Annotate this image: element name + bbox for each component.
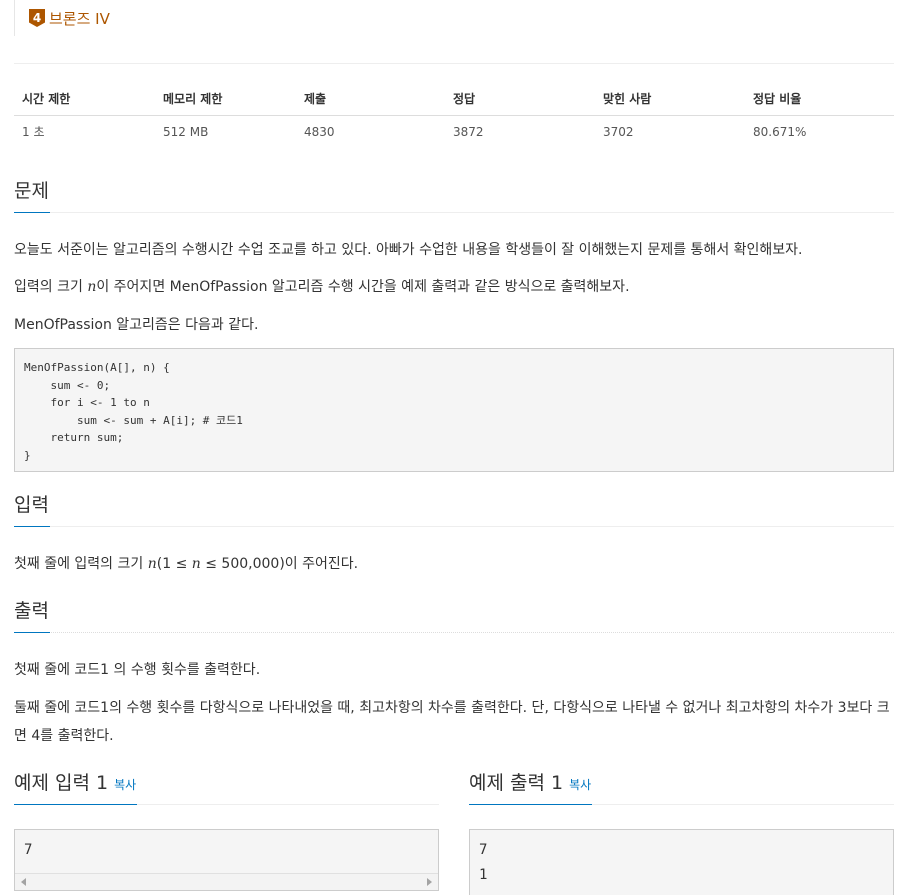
copy-input-button[interactable]: 복사 <box>114 778 136 792</box>
problem-paragraph-1: 오늘도 서준이는 알고리즘의 수행시간 수업 조교를 하고 있다. 아빠가 수업… <box>14 242 803 258</box>
code-block: MenOfPassion(A[], n) { sum <- 0; for i <… <box>14 348 894 472</box>
value-time-limit: 1 초 <box>22 125 45 140</box>
math-variable: n <box>87 279 97 295</box>
tier-indicator: 4 브론즈 IV <box>14 0 110 36</box>
header-accept-ratio: 정답 비율 <box>745 82 894 116</box>
tier-label[interactable]: 브론즈 IV <box>49 8 110 29</box>
sample-input-title: 예제 입력 1 복사 <box>14 769 138 805</box>
problem-text: 입력의 크기 <box>14 279 88 295</box>
sample-output-line: 7 <box>479 842 488 858</box>
problem-paragraph-2: 입력의 크기 n이 주어지면 MenOfPassion 알고리즘 수행 시간을 … <box>14 273 894 301</box>
input-section-header: 입력 <box>14 491 894 527</box>
math-variable: n <box>147 556 157 572</box>
header-solved-users: 맞힌 사람 <box>595 82 745 116</box>
value-accept-ratio: 80.671% <box>753 124 807 139</box>
input-text: ≤ 500,000)이 주어진다. <box>200 556 359 572</box>
value-submissions[interactable]: 4830 <box>296 115 445 148</box>
problem-paragraph-3: MenOfPassion 알고리즘은 다음과 같다. <box>14 317 259 333</box>
sample-input-header: 예제 입력 1 복사 <box>14 769 439 805</box>
sample-output-title: 예제 출력 1 복사 <box>469 769 593 805</box>
output-section-header: 출력 <box>14 597 894 633</box>
scroll-right-icon[interactable] <box>427 878 432 886</box>
problem-text: 이 주어지면 MenOfPassion 알고리즘 수행 시간을 예제 출력과 같… <box>96 279 630 295</box>
problem-info-table: 시간 제한 메모리 제한 제출 정답 맞힌 사람 정답 비율 1 초 512 M… <box>14 82 894 148</box>
tier-badge-icon: 4 <box>29 9 45 27</box>
output-paragraph-2: 둘째 줄에 코드1의 수행 횟수를 다항식으로 나타내었을 때, 최고차항의 차… <box>14 700 890 744</box>
input-text: (1 ≤ <box>156 556 192 572</box>
sample-input-line: 7 <box>24 842 33 858</box>
header-accepted: 정답 <box>445 82 595 116</box>
sample-output-header: 예제 출력 1 복사 <box>469 769 894 805</box>
input-title: 입력 <box>14 491 50 527</box>
copy-output-button[interactable]: 복사 <box>569 778 591 792</box>
value-accepted[interactable]: 3872 <box>445 115 595 148</box>
output-title: 출력 <box>14 597 50 633</box>
math-variable: n <box>191 556 201 572</box>
problem-title: 문제 <box>14 177 50 213</box>
sample-output-title-text: 예제 출력 1 <box>469 772 564 794</box>
value-memory-limit: 512 MB <box>163 124 209 139</box>
value-solved-users[interactable]: 3702 <box>595 115 745 148</box>
sample-input-title-text: 예제 입력 1 <box>14 772 109 794</box>
horizontal-scrollbar[interactable] <box>15 873 438 890</box>
output-paragraph-1: 첫째 줄에 코드1 의 수행 횟수를 출력한다. <box>14 662 261 678</box>
divider <box>14 63 894 64</box>
scroll-left-icon[interactable] <box>21 878 26 886</box>
sample-input-box[interactable]: 7 <box>14 829 439 891</box>
header-submissions: 제출 <box>296 82 445 116</box>
header-memory-limit: 메모리 제한 <box>155 82 296 116</box>
table-row: 1 초 512 MB 4830 3872 3702 80.671% <box>14 115 894 148</box>
input-description: 첫째 줄에 입력의 크기 n(1 ≤ n ≤ 500,000)이 주어진다. <box>14 550 894 578</box>
sample-output-box[interactable]: 7 1 <box>469 829 894 895</box>
problem-section-header: 문제 <box>14 177 894 213</box>
header-time-limit: 시간 제한 <box>14 82 155 116</box>
table-header-row: 시간 제한 메모리 제한 제출 정답 맞힌 사람 정답 비율 <box>14 82 894 116</box>
input-text: 첫째 줄에 입력의 크기 <box>14 556 148 572</box>
sample-output-line: 1 <box>479 867 488 883</box>
